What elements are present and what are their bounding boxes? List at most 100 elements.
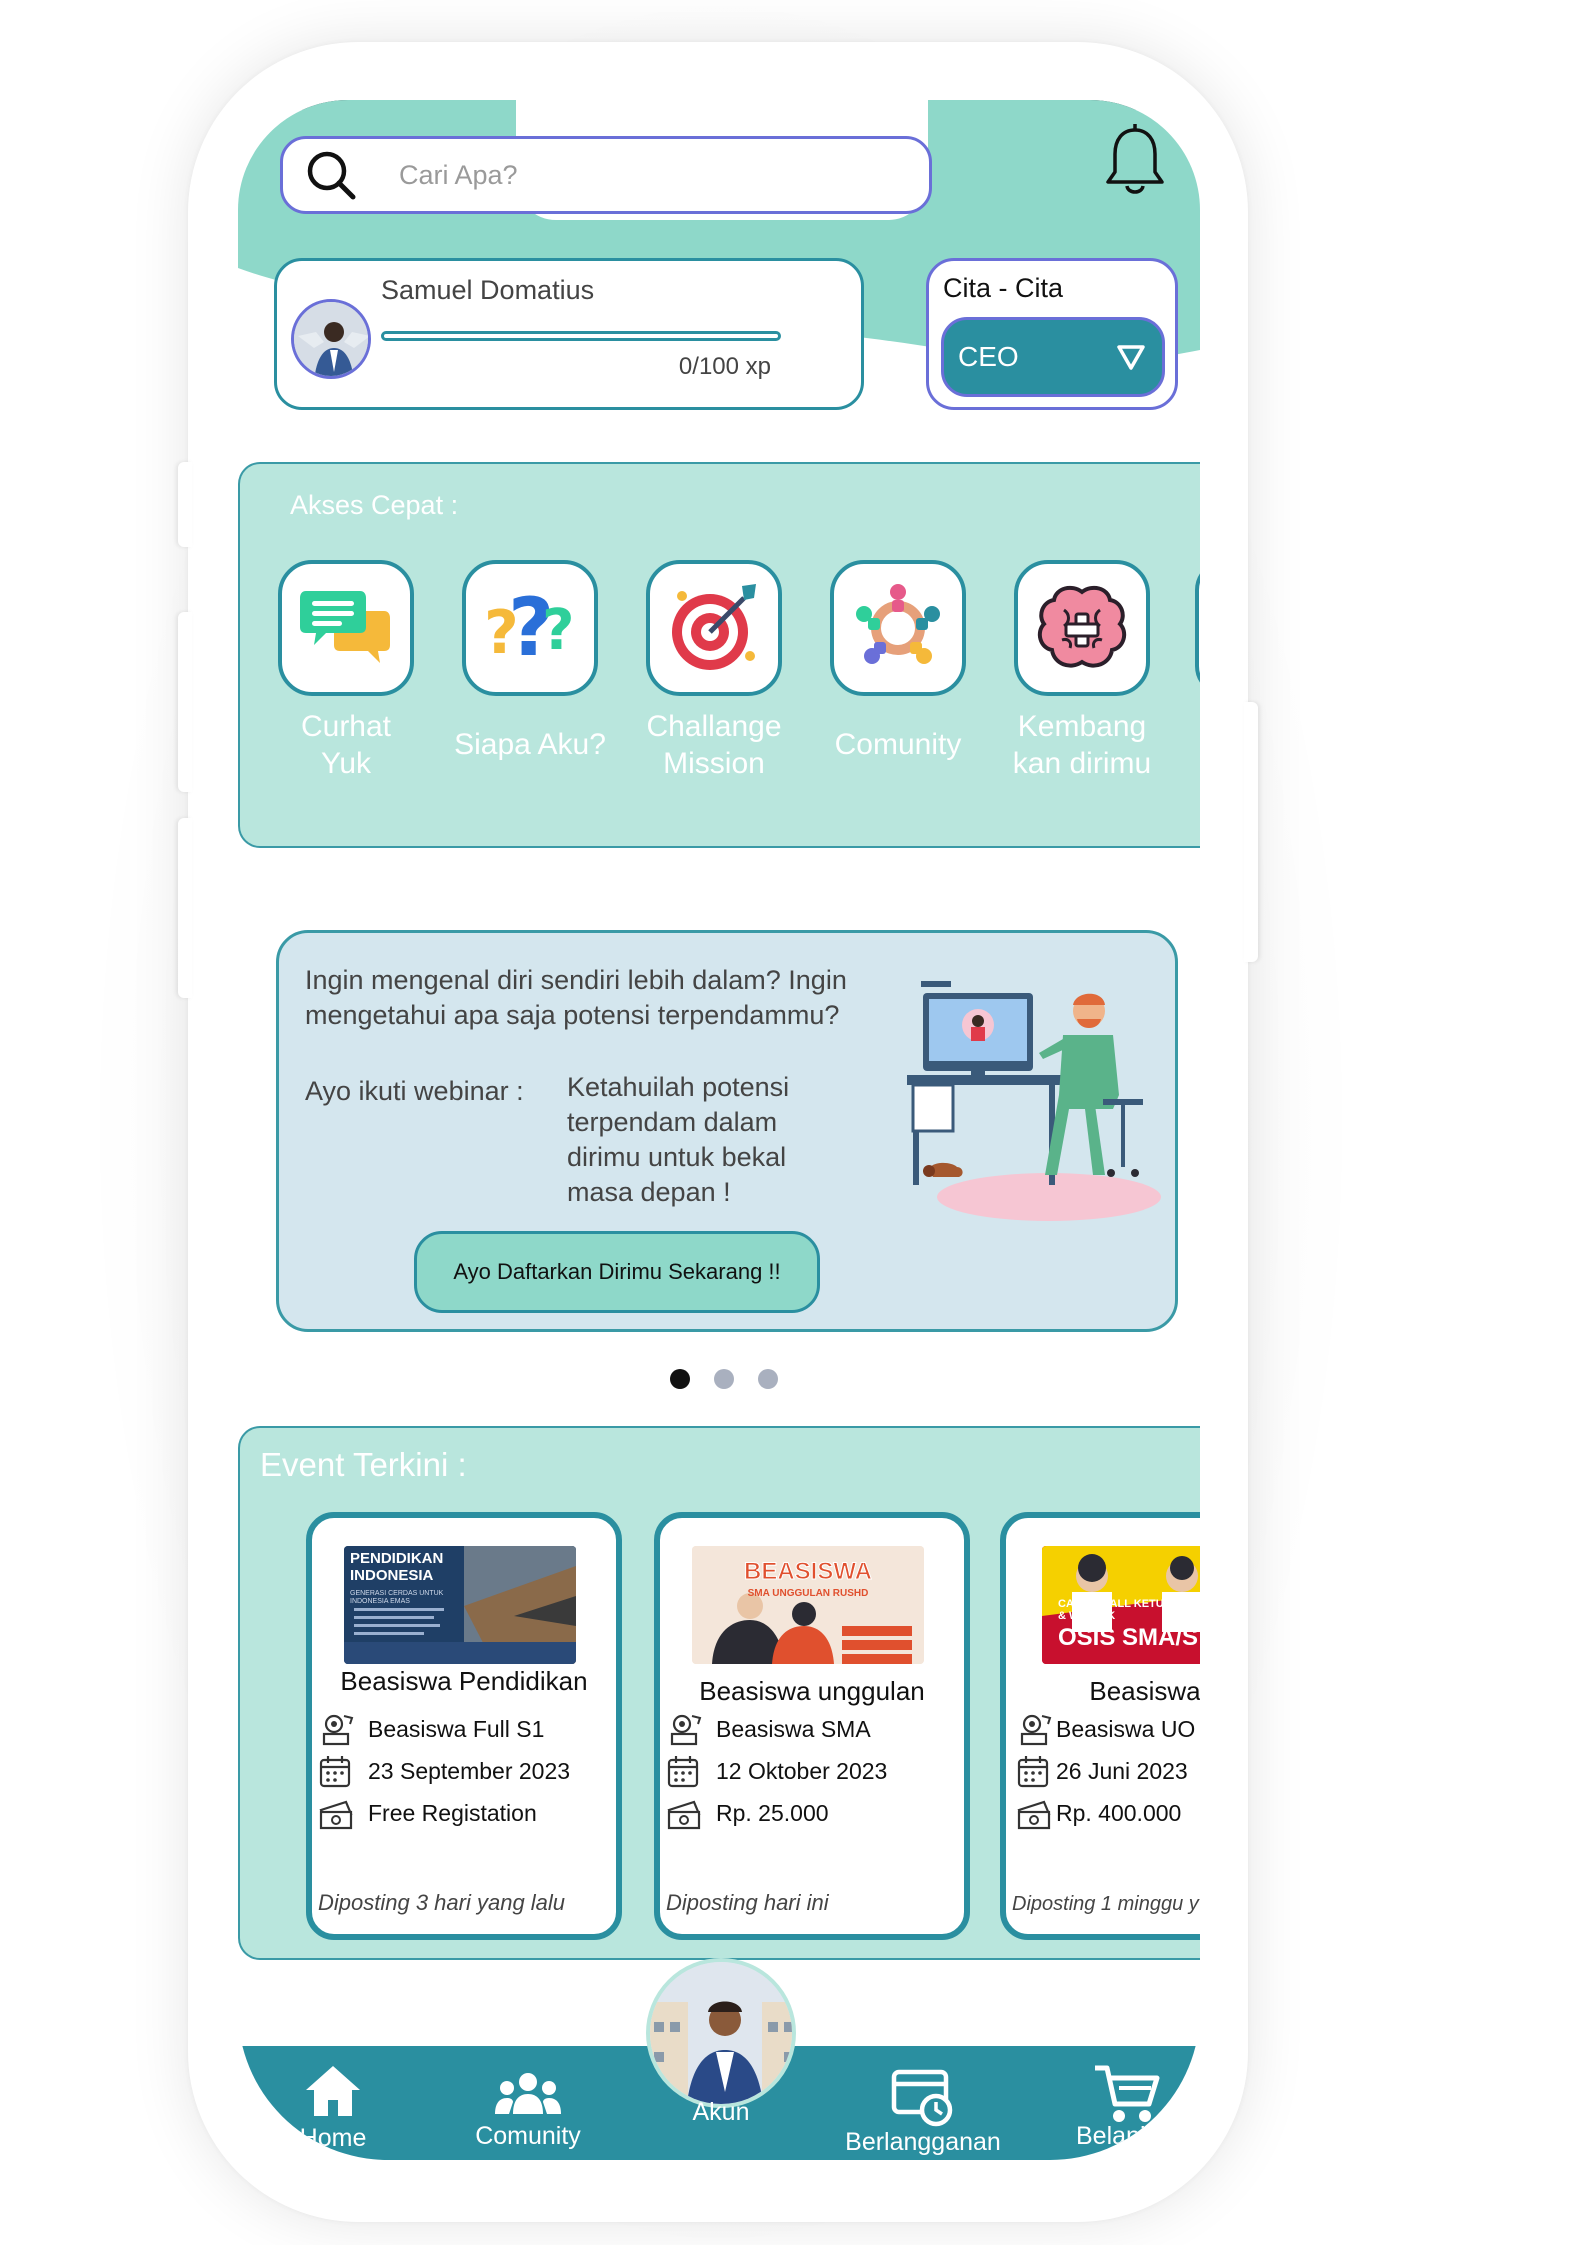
thumb-title: BEASISWA xyxy=(743,1558,872,1586)
event-card[interactable]: PENDIDIKAN INDONESIA GENERASI CERDAS UNT… xyxy=(306,1512,622,1940)
event-type: Beasiswa Full S1 xyxy=(318,1712,544,1746)
nav-akun-avatar[interactable] xyxy=(646,1958,796,2108)
quick-access-panel: Akses Cepat : Curhat Yuk ? ? ? Siapa Aku… xyxy=(238,462,1200,848)
quick-access-siapa-aku[interactable]: ? ? ? Siapa Aku? xyxy=(454,560,606,763)
thumb-title: OSIS SMA/S xyxy=(1058,1624,1199,1651)
event-thumbnail: BEASISWA SMA UNGGULAN RUSHD xyxy=(692,1546,924,1664)
calendar-icon xyxy=(1017,1756,1049,1788)
home-icon xyxy=(306,2066,360,2116)
thumb-title: PENDIDIKAN INDONESIA xyxy=(350,1550,444,1584)
register-button[interactable]: Ayo Daftarkan Dirimu Sekarang !! xyxy=(414,1231,820,1313)
scholarship-badge-icon xyxy=(1020,1714,1052,1746)
calendar-icon xyxy=(319,1756,351,1788)
power-button xyxy=(1244,702,1258,962)
event-thumbnail: CALLING ALL KETUA & WAKIL K OSIS SMA/S xyxy=(1042,1546,1200,1664)
banner-text: Ingin mengenal diri sendiri lebih dalam?… xyxy=(305,965,847,1030)
akses-label: Curhat Yuk xyxy=(300,710,392,780)
akses-icon-box[interactable]: ? ? ? xyxy=(462,560,598,696)
cita-card: Cita - Cita CEO xyxy=(926,258,1178,410)
scholarship-badge-icon xyxy=(322,1714,354,1746)
xp-value: 0/100 xp xyxy=(678,353,771,380)
notification-bell-icon[interactable] xyxy=(1100,122,1170,202)
event-date: 12 Oktober 2023 xyxy=(666,1754,887,1788)
svg-text:?: ? xyxy=(542,598,574,663)
app-screen: Samuel Domatius 0/100 xp Cita - Cita CEO… xyxy=(238,100,1200,2160)
target-icon xyxy=(672,584,756,670)
money-icon xyxy=(667,1800,701,1830)
akses-label: Kembang kan dirimu xyxy=(1012,710,1152,780)
scholarship-badge-icon xyxy=(670,1714,702,1746)
webinar-illustration xyxy=(907,981,1161,1221)
thumb-subtitle: CALLING ALL KETUA & WAKIL K xyxy=(1058,1598,1172,1622)
banner-description: Ketahuilah potensi terpendam dalam dirim… xyxy=(567,1072,790,1207)
quick-access-more[interactable] xyxy=(1195,560,1200,696)
mute-switch xyxy=(178,462,192,547)
quick-access-challange[interactable]: Challange Mission xyxy=(644,560,784,782)
shopping-cart-icon xyxy=(1095,2065,1160,2122)
question-marks-icon: ? ? ? xyxy=(484,583,574,673)
nav-subscription[interactable]: Berlangganan xyxy=(838,2068,1008,2157)
event-posted-time: Diposting 3 hari yang lalu xyxy=(318,1890,566,1915)
cita-title: Cita - Cita xyxy=(943,273,1064,303)
akses-icon-box[interactable] xyxy=(278,560,414,696)
cita-selected-value: CEO xyxy=(958,341,1019,372)
profile-name: Samuel Domatius xyxy=(381,275,595,305)
webinar-banner: Ingin mengenal diri sendiri lebih dalam?… xyxy=(276,930,1178,1332)
carousel-dot-1[interactable] xyxy=(670,1369,690,1389)
event-date: 26 Juni 2023 xyxy=(1016,1754,1188,1788)
volume-down-button xyxy=(178,818,192,998)
event-price: Free Registation xyxy=(318,1796,537,1830)
event-posted-time: Diposting 1 minggu y xyxy=(1012,1893,1199,1915)
carousel-dot-3[interactable] xyxy=(758,1369,778,1389)
community-circle-icon xyxy=(856,584,940,664)
event-card[interactable]: BEASISWA SMA UNGGULAN RUSHD Beasiswa ung… xyxy=(654,1512,970,1940)
event-date: 23 September 2023 xyxy=(318,1754,570,1788)
chat-bubbles-icon xyxy=(300,591,390,663)
search-bar[interactable] xyxy=(280,136,932,214)
events-panel: Event Terkini : PENDIDIKAN INDONESIA GEN… xyxy=(238,1426,1200,1960)
akses-label: Comunity xyxy=(834,728,962,761)
akses-label: Siapa Aku? xyxy=(454,728,606,761)
volume-up-button xyxy=(178,612,192,792)
carousel-dot-2[interactable] xyxy=(714,1369,734,1389)
event-card[interactable]: CALLING ALL KETUA & WAKIL K OSIS SMA/S B… xyxy=(1000,1512,1200,1940)
event-name: Beasiswa Pendidikan xyxy=(340,1666,588,1696)
thumb-subtitle: GENERASI CERDAS UNTUK INDONESIA EMAS xyxy=(350,1590,444,1605)
event-name: Beasiswa U xyxy=(1089,1676,1200,1706)
search-input[interactable] xyxy=(399,159,879,191)
nav-home[interactable]: Home xyxy=(278,2062,388,2153)
quick-access-comunity[interactable]: Comunity xyxy=(828,560,968,763)
profile-card[interactable]: Samuel Domatius 0/100 xp xyxy=(274,258,864,410)
akses-icon-box[interactable] xyxy=(646,560,782,696)
quick-access-kembangkan[interactable]: Kembang kan dirimu xyxy=(1012,560,1152,782)
thumb-subtitle: SMA UNGGULAN RUSHD xyxy=(747,1588,869,1599)
nav-shop[interactable]: Belanja xyxy=(1068,2062,1188,2151)
community-icon xyxy=(495,2073,561,2114)
event-type: Beasiswa SMA xyxy=(666,1712,871,1746)
events-title: Event Terkini : xyxy=(260,1446,467,1483)
calendar-icon xyxy=(667,1756,699,1788)
cita-dropdown[interactable]: CEO xyxy=(941,317,1165,397)
event-thumbnail: PENDIDIKAN INDONESIA GENERASI CERDAS UNT… xyxy=(344,1546,576,1664)
nav-akun-label[interactable]: Akun xyxy=(646,2098,796,2127)
money-icon xyxy=(1017,1800,1051,1830)
akses-icon-box[interactable] xyxy=(830,560,966,696)
brain-icon xyxy=(1037,585,1127,668)
event-price: Rp. 400.000 xyxy=(1016,1796,1181,1830)
akses-icon-box[interactable] xyxy=(1014,560,1150,696)
quick-access-title: Akses Cepat : xyxy=(290,490,459,520)
dropdown-triangle-icon xyxy=(1117,345,1145,370)
event-name: Beasiswa unggulan xyxy=(699,1676,925,1706)
search-icon[interactable] xyxy=(303,147,359,203)
nav-community[interactable]: Comunity xyxy=(458,2068,598,2151)
avatar[interactable] xyxy=(291,299,371,379)
carousel-indicator xyxy=(670,1369,778,1389)
event-type: Beasiswa UO xyxy=(1016,1712,1195,1746)
xp-progress-bar xyxy=(381,331,781,341)
event-price: Rp. 25.000 xyxy=(666,1796,829,1830)
quick-access-curhat[interactable]: Curhat Yuk xyxy=(276,560,416,782)
event-posted-time: Diposting hari ini xyxy=(666,1890,829,1915)
subscription-card-icon xyxy=(891,2069,953,2127)
akses-label: Challange Mission xyxy=(646,710,782,780)
banner-ask: Ayo ikuti webinar : xyxy=(305,1076,524,1106)
